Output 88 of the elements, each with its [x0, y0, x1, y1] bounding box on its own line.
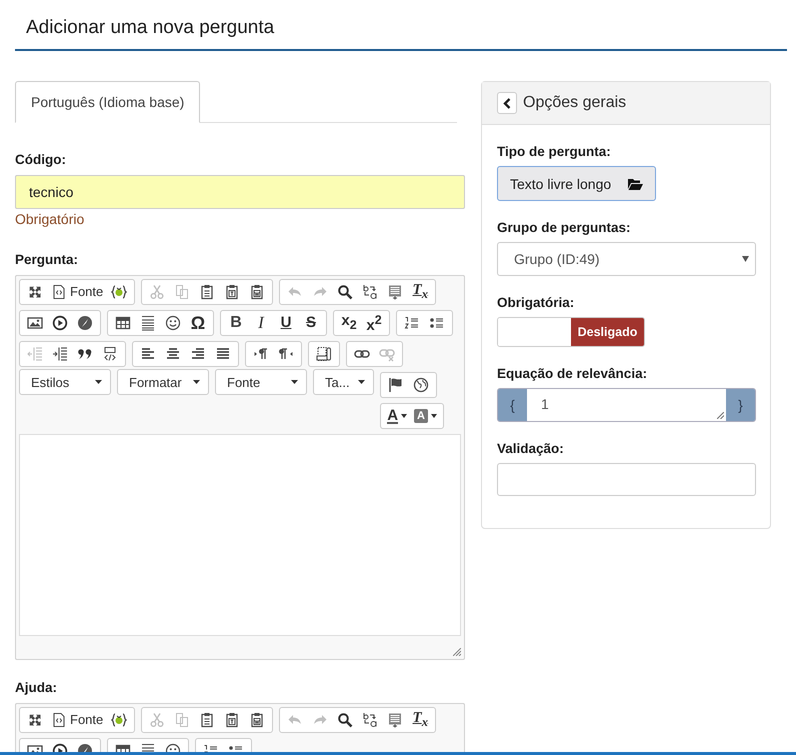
- page-title: Adicionar uma nova pergunta: [26, 16, 276, 40]
- outdent-icon: [27, 346, 43, 362]
- dropdown-button[interactable]: Fonte: [215, 369, 307, 395]
- align-right-icon: [190, 346, 206, 362]
- field-label: Ajuda:: [15, 680, 58, 695]
- document-icon: [51, 712, 67, 728]
- pilcrow-arrow-icon: [278, 346, 294, 362]
- numbered-list-icon: [404, 315, 420, 331]
- background-color-button[interactable]: A: [411, 406, 440, 426]
- source-button[interactable]: Fonte: [48, 282, 106, 302]
- table-icon: [115, 743, 131, 755]
- dropdown-button[interactable]: Estilos: [19, 369, 111, 395]
- clipboard-icon: [249, 284, 266, 300]
- image-icon: [27, 315, 43, 331]
- clear-format-button[interactable]: T$_{x}$: [408, 282, 432, 302]
- resize-grip-icon[interactable]: [453, 648, 461, 656]
- copy-icon: [174, 712, 190, 728]
- language-tab[interactable]: Português (Idioma base): [15, 81, 200, 123]
- align-left-icon: [140, 346, 156, 362]
- field-label: Tipo de pergunta:: [497, 144, 611, 159]
- field-label: Validação:: [497, 441, 564, 456]
- italic-button[interactable]: I: [249, 313, 273, 333]
- caret-icon: [742, 256, 749, 262]
- field-label: Obrigatória:: [497, 295, 574, 310]
- caret-icon: [358, 380, 365, 384]
- lines-icon: [140, 315, 156, 331]
- caret-icon: [95, 380, 102, 384]
- table-icon: [115, 315, 131, 331]
- scissors-icon: [149, 284, 166, 300]
- clipboard-icon: [224, 284, 240, 300]
- bulleted-list-icon: [429, 315, 445, 331]
- expand-icon: [27, 284, 43, 300]
- pilcrow-arrow-icon: [253, 346, 269, 362]
- frame-icon: [316, 346, 332, 362]
- caret-icon: [291, 380, 298, 384]
- folder-icon: [628, 178, 644, 190]
- caret-icon: [431, 414, 437, 418]
- clipboard-icon: [199, 284, 216, 300]
- clipboard-icon: [224, 712, 240, 728]
- underline-button[interactable]: U: [274, 313, 298, 333]
- expand-icon: [27, 712, 43, 728]
- strikethrough-button[interactable]: S: [299, 313, 323, 333]
- dropdown-button[interactable]: Ta...: [313, 369, 374, 395]
- flag-icon: [388, 377, 404, 393]
- search-icon: [337, 284, 354, 300]
- indent-icon: [52, 346, 68, 362]
- dropdown-button[interactable]: Formatar: [117, 369, 209, 395]
- panel-title: Opções gerais: [523, 94, 626, 112]
- code-field[interactable]: tecnico: [15, 175, 465, 209]
- group-select[interactable]: Grupo (ID:49): [497, 242, 756, 276]
- smiley-icon: [165, 315, 181, 331]
- clear-format-button[interactable]: T$_{x}$: [408, 710, 432, 730]
- globe-icon: [413, 377, 429, 393]
- replace-icon: [362, 712, 378, 728]
- align-center-icon: [165, 346, 181, 362]
- document-icon: [51, 284, 67, 300]
- text-block-icon: [387, 284, 404, 300]
- copy-icon: [174, 284, 190, 300]
- mandatory-toggle[interactable]: Desligado: [497, 317, 645, 347]
- field-label: Equação de relevância:: [497, 366, 648, 381]
- omega-button[interactable]: Ω: [186, 313, 210, 333]
- chevron-left-icon: [503, 98, 511, 108]
- justify-icon: [215, 346, 231, 362]
- text-block-icon: [387, 712, 404, 728]
- play-icon: [52, 315, 68, 331]
- code-block-icon: [102, 346, 118, 362]
- validation-field[interactable]: [497, 463, 756, 496]
- clipboard-icon: [249, 712, 266, 728]
- text-color-button[interactable]: A: [384, 406, 410, 426]
- caret-icon: [401, 414, 408, 418]
- braces-icon: [111, 284, 128, 300]
- field-label: Pergunta:: [15, 252, 80, 267]
- field-label: Código:: [15, 152, 67, 167]
- source-button[interactable]: Fonte: [48, 710, 106, 730]
- search-icon: [337, 712, 354, 728]
- replace-icon: [362, 284, 378, 300]
- caret-icon: [193, 380, 200, 384]
- superscript-button[interactable]: x$^{2}$: [362, 313, 386, 333]
- braces-icon: [111, 712, 128, 728]
- question-type-button[interactable]: Texto livre longo: [497, 166, 656, 201]
- quote-marks-icon: [77, 346, 93, 362]
- bold-button[interactable]: B: [224, 313, 248, 333]
- field-label: Grupo de perguntas:: [497, 220, 631, 235]
- subscript-button[interactable]: x$_{2}$: [337, 313, 361, 333]
- clipboard-icon: [199, 712, 216, 728]
- error-message: Obrigatório: [15, 211, 86, 227]
- back-button[interactable]: [497, 92, 517, 114]
- scissors-icon: [149, 712, 166, 728]
